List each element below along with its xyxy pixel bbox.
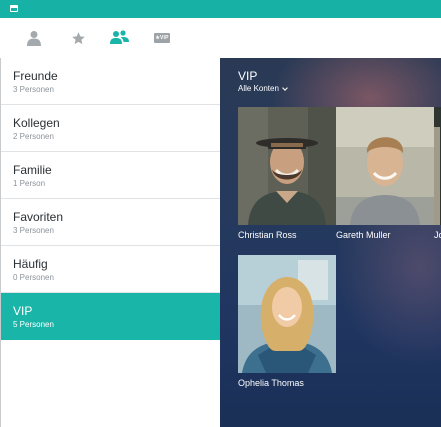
group-icon — [110, 30, 129, 44]
group-item-favoriten[interactable]: Favoriten 3 Personen — [1, 199, 220, 246]
group-count: 5 Personen — [13, 320, 54, 329]
group-count: 1 Person — [13, 179, 46, 188]
contact-card-ophelia-thomas[interactable]: Ophelia Thomas — [238, 255, 336, 388]
contact-card-gareth-muller[interactable]: Gareth Muller — [336, 107, 434, 240]
contact-name: Christian Ross — [238, 230, 297, 240]
group-count: 3 Personen — [13, 226, 54, 235]
group-item-freunde[interactable]: Freunde 3 Personen — [1, 58, 220, 105]
group-count: 3 Personen — [13, 85, 54, 94]
contact-name: Ophelia Thomas — [238, 378, 304, 388]
window-title-bar — [0, 0, 441, 18]
contact-photo — [434, 107, 441, 225]
tab-groups[interactable] — [108, 26, 132, 50]
contact-name: Gareth Muller — [336, 230, 391, 240]
account-filter-label: Alle Konten — [238, 84, 279, 93]
group-name: Häufig — [13, 257, 48, 271]
chevron-down-icon — [282, 85, 288, 91]
contact-card-jo[interactable]: Jo — [434, 107, 441, 240]
group-count: 2 Personen — [13, 132, 54, 141]
group-item-familie[interactable]: Familie 1 Person — [1, 152, 220, 199]
toolbar: ★VIP — [0, 18, 441, 58]
group-count: 0 Personen — [13, 273, 54, 282]
contact-card-christian-ross[interactable]: Christian Ross — [238, 107, 336, 240]
account-filter-dropdown[interactable]: Alle Konten — [238, 84, 288, 94]
contact-photo — [336, 107, 434, 225]
contact-name: Jo — [434, 230, 441, 240]
group-item-haeufig[interactable]: Häufig 0 Personen — [1, 246, 220, 293]
star-icon — [71, 31, 85, 44]
tab-vip[interactable]: ★VIP — [150, 26, 174, 50]
group-item-kollegen[interactable]: Kollegen 2 Personen — [1, 105, 220, 152]
group-item-vip[interactable]: VIP 5 Personen — [1, 293, 220, 340]
contact-photo — [238, 255, 336, 373]
contact-grid-panel: VIP Alle Konten Christian Ross Gareth Mu… — [220, 58, 441, 427]
group-name: VIP — [13, 304, 33, 318]
group-list: Freunde 3 Personen Kollegen 2 Personen F… — [0, 58, 220, 427]
window-icon — [10, 5, 18, 12]
contact-photo — [238, 107, 336, 225]
vip-icon: ★VIP — [154, 33, 170, 43]
tab-contacts[interactable] — [22, 26, 46, 50]
person-icon — [27, 31, 41, 46]
page-title: VIP — [238, 69, 258, 83]
tab-favorites[interactable] — [66, 26, 90, 50]
group-name: Freunde — [13, 69, 58, 83]
group-name: Favoriten — [13, 210, 64, 224]
group-name: Familie — [13, 163, 52, 177]
group-name: Kollegen — [13, 116, 60, 130]
